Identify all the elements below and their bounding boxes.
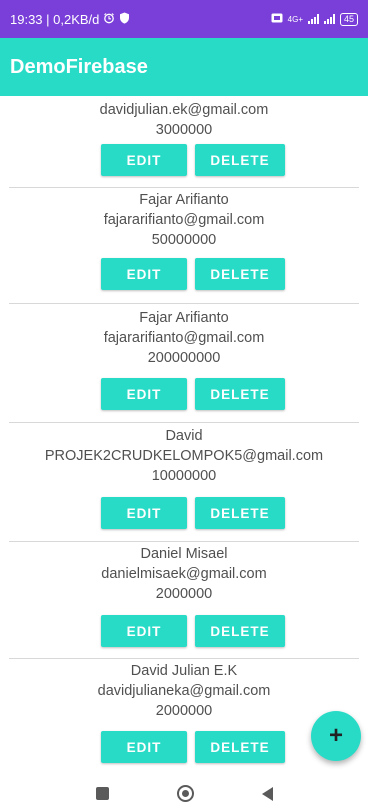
item-email: fajararifianto@gmail.com xyxy=(103,212,265,228)
item-amount: 2000000 xyxy=(155,703,213,719)
item-name: David Julian E.K xyxy=(130,663,238,679)
delete-button[interactable]: DELETE xyxy=(195,497,285,529)
status-bar: 19:33 | 0,2KB/d 4G+ 45 xyxy=(0,0,368,38)
item-name: Fajar Arifianto xyxy=(139,192,229,208)
battery-icon: 45 xyxy=(339,12,358,26)
item-email: fajararifianto@gmail.com xyxy=(103,330,265,346)
edit-button[interactable]: EDIT xyxy=(101,144,187,176)
signal-strength-2-icon xyxy=(323,14,335,24)
item-email: davidjulian.ek@gmail.com xyxy=(99,102,269,118)
divider xyxy=(9,541,359,542)
divider xyxy=(9,187,359,188)
add-button[interactable]: + xyxy=(311,711,361,761)
home-circle-icon[interactable] xyxy=(176,785,194,802)
item-email: danielmisaek@gmail.com xyxy=(101,566,267,582)
edit-button[interactable]: EDIT xyxy=(101,258,187,290)
item-amount: 2000000 xyxy=(155,586,213,602)
status-left: 19:33 | 0,2KB/d xyxy=(10,12,130,27)
recents-square-icon[interactable] xyxy=(95,787,109,800)
item-email: PROJEK2CRUDKELOMPOK5@gmail.com xyxy=(44,448,324,464)
item-email: davidjulianeka@gmail.com xyxy=(97,683,271,699)
signal-strength-icon xyxy=(307,14,319,24)
status-right: 4G+ 45 xyxy=(271,12,358,26)
item-amount: 10000000 xyxy=(151,468,217,484)
delete-button[interactable]: DELETE xyxy=(195,731,285,763)
edit-button[interactable]: EDIT xyxy=(101,378,187,410)
status-time: 19:33 | 0,2KB/d xyxy=(10,11,100,27)
item-name: David xyxy=(165,428,203,444)
divider xyxy=(9,422,359,423)
delete-button[interactable]: DELETE xyxy=(195,378,285,410)
app-title: DemoFirebase xyxy=(10,55,148,78)
alarm-icon xyxy=(103,12,115,27)
back-triangle-icon[interactable] xyxy=(261,786,273,801)
delete-button[interactable]: DELETE xyxy=(195,144,285,176)
item-name: Fajar Arifianto xyxy=(139,310,229,326)
edit-button[interactable]: EDIT xyxy=(101,497,187,529)
divider xyxy=(9,658,359,659)
system-nav-bar xyxy=(0,780,368,807)
shield-icon xyxy=(119,12,130,27)
app-bar: DemoFirebase xyxy=(0,38,368,96)
delete-button[interactable]: DELETE xyxy=(195,615,285,647)
item-amount: 200000000 xyxy=(147,350,221,366)
edit-button[interactable]: EDIT xyxy=(101,615,187,647)
item-amount: 50000000 xyxy=(151,232,217,248)
edit-button[interactable]: EDIT xyxy=(101,731,187,763)
item-amount: 3000000 xyxy=(155,122,213,138)
plus-icon: + xyxy=(328,722,343,749)
delete-button[interactable]: DELETE xyxy=(195,258,285,290)
network-type-label: 4G+ xyxy=(287,14,303,24)
divider xyxy=(9,303,359,304)
sim-icon xyxy=(271,13,283,26)
item-name: Daniel Misael xyxy=(140,546,228,562)
